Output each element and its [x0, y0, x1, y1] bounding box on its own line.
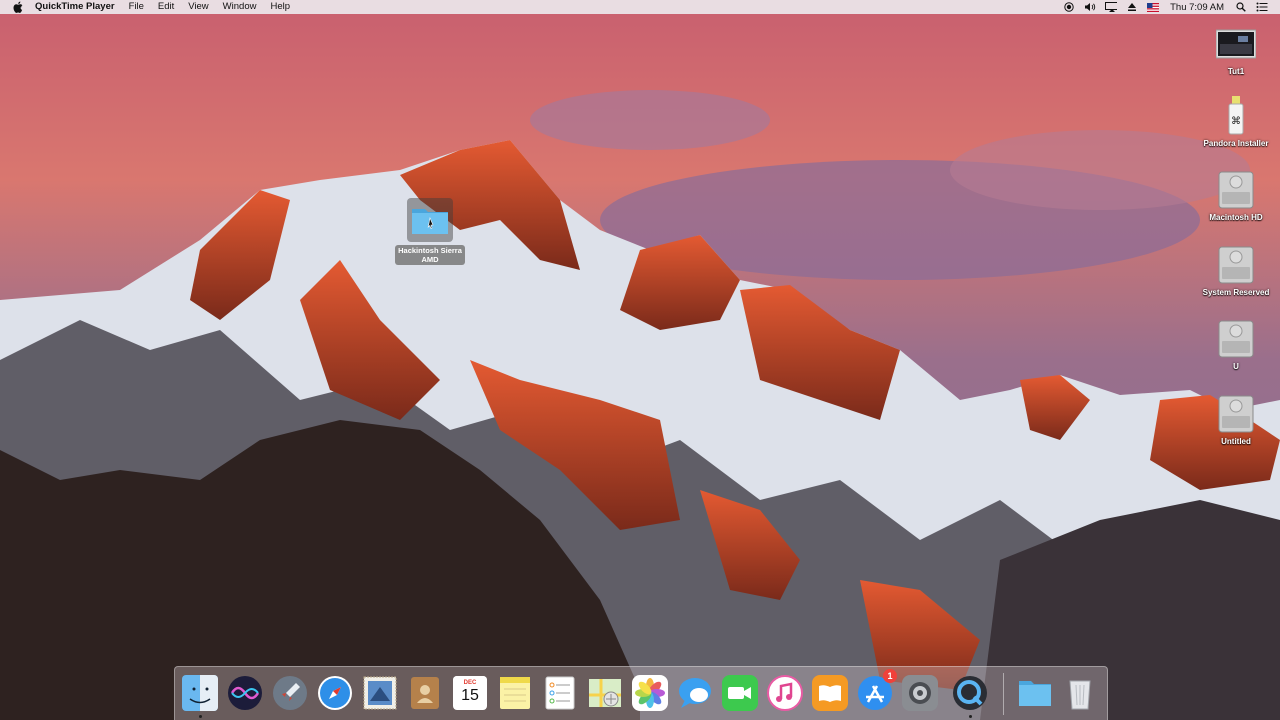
dock-messages[interactable]: [675, 673, 715, 713]
dock-calendar[interactable]: DEC 15: [450, 673, 490, 713]
calendar-month: DEC: [463, 680, 477, 686]
dock-maps[interactable]: [585, 673, 625, 713]
dock-downloads-folder[interactable]: [1015, 673, 1055, 713]
dock-photos[interactable]: [630, 673, 670, 713]
gear-icon: [902, 675, 938, 711]
ibooks-icon: [812, 675, 848, 711]
dock-mail[interactable]: [360, 673, 400, 713]
view-menu[interactable]: View: [181, 0, 215, 14]
menu-clock[interactable]: Thu 7:09 AM: [1170, 2, 1224, 13]
folder-label-line1: Hackintosh Sierra: [398, 246, 462, 255]
messages-bubble-icon: [679, 678, 711, 708]
desktop-item-label: Untitled: [1221, 437, 1251, 446]
contacts-book-icon: [411, 677, 439, 709]
dock-reminders[interactable]: [540, 673, 580, 713]
usb-drive-icon: ⌘: [1216, 96, 1256, 136]
facetime-camera-icon: [722, 675, 758, 711]
airplay-display-icon[interactable]: [1105, 2, 1118, 12]
safari-compass-icon: [318, 676, 352, 710]
itunes-music-note-icon: [767, 675, 803, 711]
trash-icon: [1069, 680, 1091, 710]
dock-trash[interactable]: [1060, 673, 1100, 713]
desktop-item-label: Pandora Installer: [1203, 139, 1269, 148]
hard-disk-icon: [1216, 245, 1256, 285]
notes-icon: [500, 677, 530, 709]
dock-ibooks[interactable]: [810, 673, 850, 713]
window-menu[interactable]: Window: [216, 0, 264, 14]
svg-text:⌘: ⌘: [1231, 116, 1241, 127]
dock-itunes[interactable]: [765, 673, 805, 713]
notification-center-icon[interactable]: [1256, 2, 1268, 12]
hard-disk-icon: [1216, 394, 1256, 434]
volume-icon[interactable]: [1084, 2, 1096, 12]
desktop-item-label: U: [1233, 362, 1239, 371]
us-flag-input-icon[interactable]: [1147, 2, 1160, 12]
maps-icon: [589, 679, 621, 707]
folder-label: Hackintosh Sierra AMD: [395, 245, 465, 265]
desktop-item-pandora-installer[interactable]: ⌘ Pandora Installer: [1194, 96, 1278, 148]
screenshot-thumbnail-icon: [1216, 24, 1256, 64]
dock-siri[interactable]: [225, 673, 265, 713]
edit-menu[interactable]: Edit: [151, 0, 181, 14]
dock-safari[interactable]: [315, 673, 355, 713]
calendar-day: 15: [461, 687, 479, 704]
dock-app-store[interactable]: 1: [855, 669, 897, 713]
desktop-item-label: Tut1: [1227, 67, 1245, 76]
app-store-update-badge: 1: [883, 669, 897, 683]
desktop-item-macintosh-hd[interactable]: Macintosh HD: [1194, 170, 1278, 222]
eject-icon[interactable]: [1126, 2, 1138, 12]
dock-launchpad[interactable]: [270, 673, 310, 713]
dock-facetime[interactable]: [720, 673, 760, 713]
desktop-wallpaper: [0, 0, 1280, 720]
dock: DEC 15 1: [174, 666, 1108, 720]
dock-finder[interactable]: [180, 673, 220, 713]
dock-quicktime-player[interactable]: [950, 673, 990, 713]
desktop-item-label: System Reserved: [1202, 288, 1270, 297]
running-indicator: [199, 715, 202, 718]
finder-icon: [182, 675, 218, 711]
desktop-item-untitled[interactable]: Untitled: [1194, 394, 1278, 446]
app-name-menu[interactable]: QuickTime Player: [35, 0, 122, 14]
quicktime-icon: [953, 676, 987, 710]
file-menu[interactable]: File: [122, 0, 151, 14]
screen-recording-icon[interactable]: [1063, 2, 1075, 12]
desktop-item-system-reserved[interactable]: System Reserved: [1194, 245, 1278, 297]
hard-disk-icon: [1216, 170, 1256, 210]
status-area: Thu 7:09 AM: [1063, 0, 1268, 14]
dock-separator: [1003, 673, 1004, 715]
desktop-item-u[interactable]: U: [1194, 319, 1278, 371]
hackintosh-sierra-folder[interactable]: Hackintosh Sierra AMD: [392, 198, 468, 265]
spotlight-search-icon[interactable]: [1235, 2, 1247, 12]
desktop-item-label: Macintosh HD: [1209, 213, 1263, 222]
hard-disk-icon: [1216, 319, 1256, 359]
dock-contacts[interactable]: [405, 673, 445, 713]
folder-icon: [1019, 681, 1051, 706]
mail-stamp-icon: [363, 676, 397, 710]
folder-label-line2: AMD: [421, 255, 439, 264]
photos-flower-icon: [632, 675, 668, 711]
reminders-list-icon: [545, 676, 575, 710]
desktop-item-tut1[interactable]: Tut1: [1194, 24, 1278, 76]
siri-icon: [228, 676, 262, 710]
dock-notes[interactable]: [495, 673, 535, 713]
dock-system-preferences[interactable]: [900, 673, 940, 713]
running-indicator: [969, 715, 972, 718]
apple-menu-icon[interactable]: [12, 1, 24, 13]
menu-bar: QuickTime Player File Edit View Window H…: [0, 0, 1280, 14]
folder-icon: [407, 198, 453, 242]
launchpad-rocket-icon: [273, 676, 307, 710]
help-menu[interactable]: Help: [263, 0, 297, 14]
